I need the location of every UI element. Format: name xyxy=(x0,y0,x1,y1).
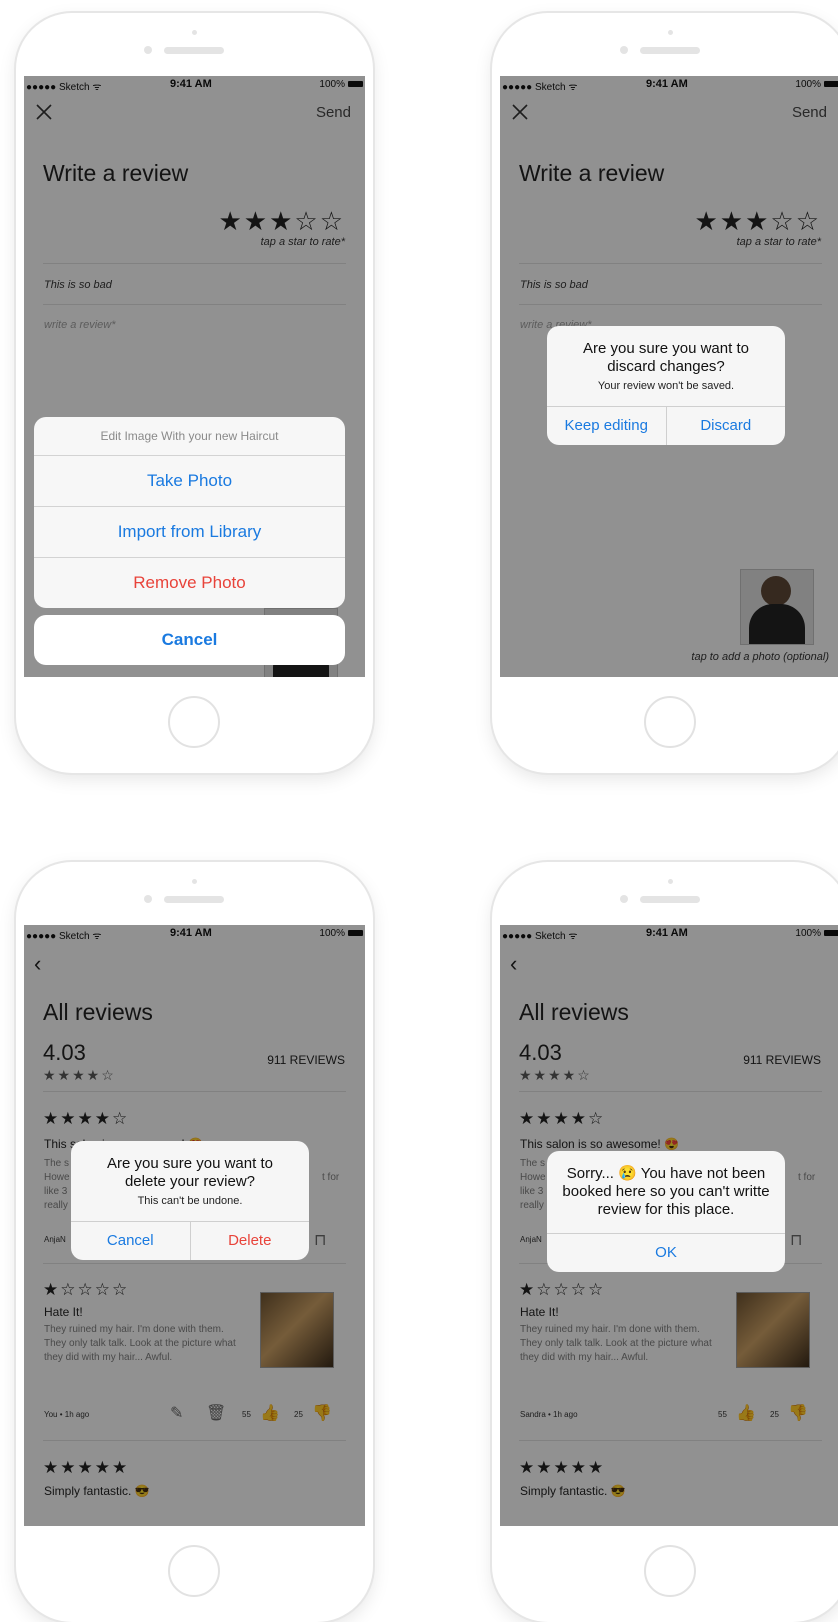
delete-alert: Are you sure you want to delete your rev… xyxy=(71,1141,309,1260)
delete-button[interactable]: Delete xyxy=(189,1222,310,1260)
alert-message: This can't be undone. xyxy=(137,1195,243,1207)
sheet-header: Edit Image With your new Haircut xyxy=(100,429,279,443)
camera xyxy=(144,46,152,54)
home-button[interactable] xyxy=(168,696,220,748)
phone-3: ●●●●● Sketch ᯤ 9:41 AM 100% ‹ All review… xyxy=(16,862,373,1622)
home-button[interactable] xyxy=(168,1545,220,1597)
alert-message: Your review won't be saved. xyxy=(597,380,735,392)
sensor xyxy=(668,879,673,884)
speaker xyxy=(640,896,700,903)
alert-title: Are you sure you want to delete your rev… xyxy=(107,1155,273,1190)
discard-button[interactable]: Discard xyxy=(665,407,786,445)
screen: ●●●●● Sketch ᯤ 9:41 AM 100% ‹ All review… xyxy=(500,925,838,1526)
camera xyxy=(620,46,628,54)
alert-title: Are you sure you want to discard changes… xyxy=(583,340,749,375)
sensor xyxy=(668,30,673,35)
take-photo-button[interactable]: Take Photo xyxy=(34,455,345,506)
cancel-button[interactable]: Cancel xyxy=(71,1222,190,1260)
camera xyxy=(144,895,152,903)
sensor xyxy=(192,879,197,884)
import-library-button[interactable]: Import from Library xyxy=(34,506,345,557)
ok-button[interactable]: OK xyxy=(547,1234,785,1272)
phone-2: ●●●●● Sketch ᯤ 9:41 AM 100% Send Write a… xyxy=(492,13,838,773)
phone-1: ●●●●● Sketch ᯤ 9:41 AM 100% Send Write a… xyxy=(16,13,373,773)
home-button[interactable] xyxy=(644,696,696,748)
speaker xyxy=(640,47,700,54)
keep-editing-button[interactable]: Keep editing xyxy=(547,407,666,445)
not-booked-alert: Sorry... 😢 You have not been booked here… xyxy=(547,1151,785,1272)
speaker xyxy=(164,896,224,903)
camera xyxy=(620,895,628,903)
action-sheet: Edit Image With your new Haircut Take Ph… xyxy=(34,417,345,608)
speaker xyxy=(164,47,224,54)
cancel-button[interactable]: Cancel xyxy=(34,615,345,665)
screen: ●●●●● Sketch ᯤ 9:41 AM 100% Send Write a… xyxy=(500,76,838,677)
screen: ●●●●● Sketch ᯤ 9:41 AM 100% Send Write a… xyxy=(24,76,365,677)
discard-alert: Are you sure you want to discard changes… xyxy=(547,326,785,445)
home-button[interactable] xyxy=(644,1545,696,1597)
screen: ●●●●● Sketch ᯤ 9:41 AM 100% ‹ All review… xyxy=(24,925,365,1526)
sensor xyxy=(192,30,197,35)
alert-title: Sorry... 😢 You have not been booked here… xyxy=(562,1165,770,1218)
remove-photo-button[interactable]: Remove Photo xyxy=(34,557,345,608)
phone-4: ●●●●● Sketch ᯤ 9:41 AM 100% ‹ All review… xyxy=(492,862,838,1622)
